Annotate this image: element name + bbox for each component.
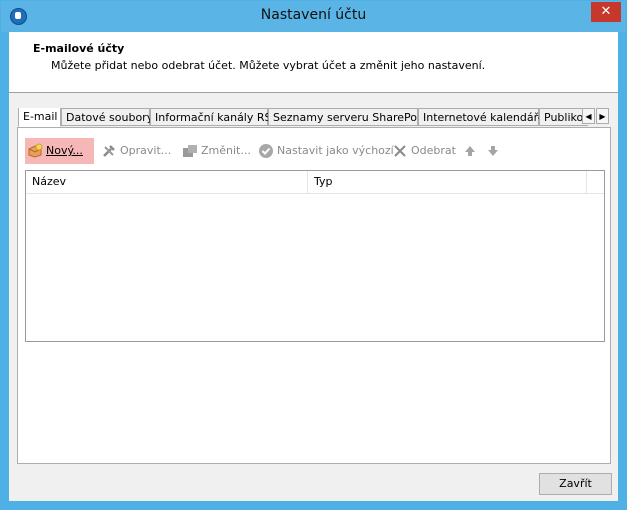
- tab-rss-feeds[interactable]: Informační kanály RSS: [150, 108, 278, 126]
- account-list[interactable]: Název Typ: [25, 170, 605, 342]
- move-up-button[interactable]: [462, 138, 481, 164]
- set-default-label: Nastavit jako výchozí: [277, 144, 394, 157]
- email-tab-panel: Nový... Opravit... Změnit... Nastavit ja…: [17, 127, 611, 464]
- remove-button[interactable]: Odebrat: [392, 138, 456, 164]
- move-down-button[interactable]: [485, 138, 504, 164]
- tab-email[interactable]: E-mail: [18, 108, 61, 127]
- tools-icon: [103, 145, 115, 157]
- change-button[interactable]: Změnit...: [182, 138, 251, 164]
- new-account-icon: [28, 143, 43, 158]
- set-default-button[interactable]: Nastavit jako výchozí: [258, 138, 394, 164]
- tab-scroll-left-button[interactable]: ◀: [582, 108, 595, 124]
- arrow-down-icon: [488, 146, 498, 156]
- window-title: Nastavení účtu: [260, 7, 367, 23]
- column-divider: [586, 171, 587, 193]
- account-toolbar: Nový... Opravit... Změnit... Nastavit ja…: [18, 138, 608, 164]
- header-description: Můžete přidat nebo odebrat účet. Můžete …: [51, 59, 486, 72]
- dialog-client: E-mailové účty Můžete přidat nebo odebra…: [9, 32, 618, 501]
- arrow-up-icon: [465, 146, 475, 156]
- dialog-header: E-mailové účty Můžete přidat nebo odebra…: [9, 32, 618, 93]
- header-title: E-mailové účty: [33, 42, 125, 55]
- tab-data-files[interactable]: Datové soubory: [61, 108, 153, 126]
- new-account-label: Nový...: [46, 144, 83, 157]
- close-button-label: Zavřít: [559, 477, 592, 490]
- repair-label: Opravit...: [120, 144, 172, 157]
- change-account-icon: [183, 145, 197, 157]
- tab-strip: E-mail Datové soubory Informační kanály …: [18, 108, 588, 127]
- tab-published-calendars[interactable]: Publikov: [539, 108, 588, 126]
- check-circle-icon: [259, 144, 273, 158]
- close-button[interactable]: Zavřít: [539, 473, 612, 495]
- tab-sharepoint-lists[interactable]: Seznamy serveru SharePoint: [268, 108, 431, 126]
- close-window-button[interactable]: ✕: [591, 2, 621, 22]
- tab-scroll-right-button[interactable]: ▶: [596, 108, 609, 124]
- title-bar[interactable]: Nastavení účtu ✕: [1, 1, 626, 32]
- remove-x-icon: [394, 145, 406, 157]
- account-list-header: Název Typ: [26, 171, 604, 194]
- account-settings-window: Nastavení účtu ✕ E-mailové účty Můžete p…: [0, 0, 627, 510]
- new-account-button[interactable]: Nový...: [25, 138, 94, 164]
- remove-label: Odebrat: [411, 144, 456, 157]
- column-header-name[interactable]: Název: [26, 171, 307, 193]
- change-label: Změnit...: [201, 144, 251, 157]
- tab-internet-calendars[interactable]: Internetové kalendáře: [418, 108, 545, 126]
- column-header-type[interactable]: Typ: [308, 171, 586, 193]
- repair-button[interactable]: Opravit...: [101, 138, 171, 164]
